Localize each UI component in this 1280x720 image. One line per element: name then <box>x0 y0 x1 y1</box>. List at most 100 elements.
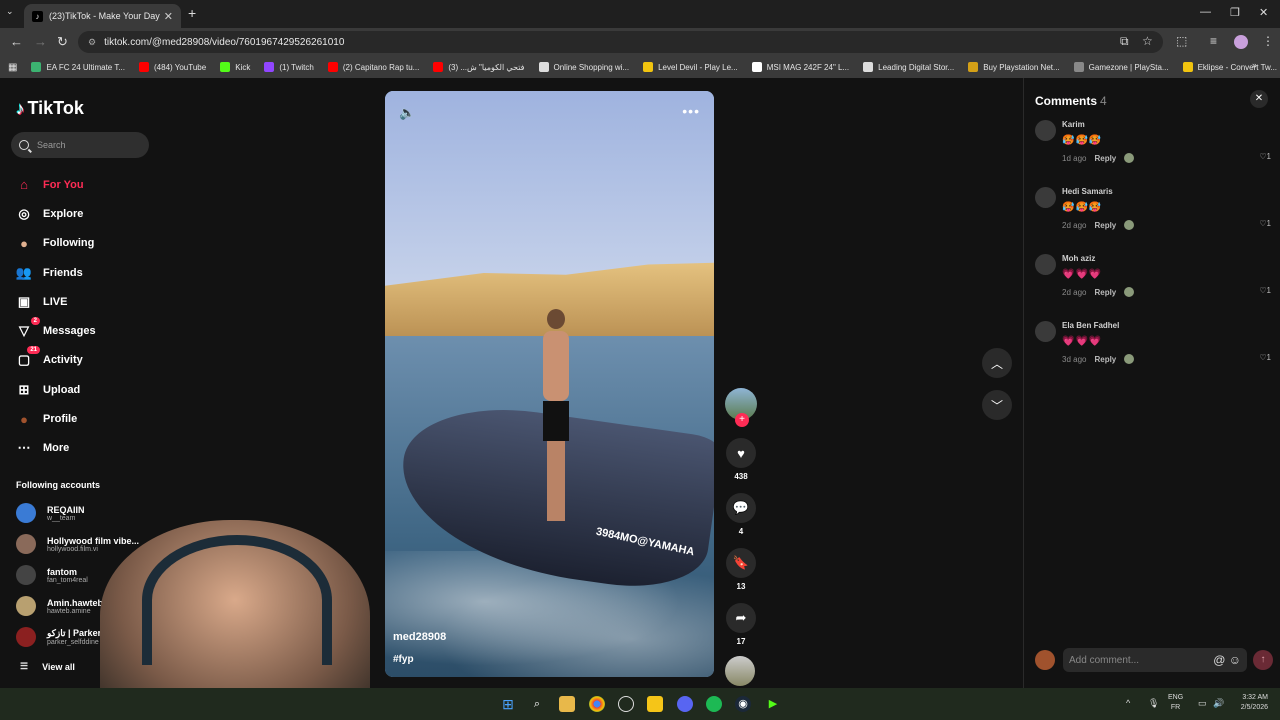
apps-grid-icon[interactable]: ▦ <box>8 62 17 73</box>
comment-icon[interactable]: 💬 <box>726 493 756 523</box>
bookmark-item[interactable]: Gamezone | PlaySta... <box>1073 62 1169 72</box>
app-taskbar-icon[interactable] <box>618 696 634 712</box>
reply-button[interactable]: Reply <box>1094 154 1116 163</box>
clock[interactable]: 3:32 AM 2/5/2026 <box>1230 693 1268 713</box>
following-account[interactable]: تازكو | Parker parker_selfddine <box>16 627 101 647</box>
bookmark-item[interactable]: EA FC 24 Ultimate T... <box>31 62 125 72</box>
video-more-icon[interactable]: ••• <box>682 103 700 119</box>
extensions-icon[interactable]: ⬚ <box>1176 34 1187 48</box>
reload-icon[interactable]: ↻ <box>57 34 68 50</box>
video-player[interactable]: 3984MO@YAMAHA 🔈 ••• med28908 #fyp <box>385 91 714 677</box>
spotify-taskbar-icon[interactable] <box>706 696 722 712</box>
windows-start-icon[interactable]: ⊞ <box>500 696 516 712</box>
sidebar-item-more[interactable]: ⋯ More <box>16 434 96 463</box>
sidebar-item-following[interactable]: ● Following <box>16 229 96 258</box>
following-account[interactable]: REQAIIN w__team <box>16 503 85 523</box>
video-hashtag[interactable]: #fyp <box>393 654 414 665</box>
taskbar-search-icon[interactable]: ⌕ <box>529 696 545 712</box>
emoji-icon[interactable]: ☺ <box>1229 653 1241 667</box>
commenter-avatar[interactable] <box>1035 321 1056 342</box>
comment-action[interactable]: 💬 4 <box>722 493 760 536</box>
bookmark-item[interactable]: Level Devil - Play Le... <box>643 62 738 72</box>
discord-taskbar-icon[interactable] <box>677 696 693 712</box>
sidebar-item-messages[interactable]: ▽ 2 Messages <box>16 316 96 345</box>
view-all-button[interactable]: ☰ View all <box>20 661 75 672</box>
tab-close-icon[interactable]: ✕ <box>164 10 173 23</box>
back-icon[interactable]: ← <box>10 34 23 49</box>
follow-plus-icon[interactable]: + <box>735 413 749 427</box>
tab-search-icon[interactable]: ⌄ <box>6 6 14 17</box>
reply-button[interactable]: Reply <box>1094 221 1116 230</box>
commenter-avatar[interactable] <box>1035 187 1056 208</box>
site-info-icon[interactable]: ⚙ <box>88 37 96 48</box>
reply-button[interactable]: Reply <box>1094 288 1116 297</box>
install-app-icon[interactable]: ⧉ <box>1120 34 1129 49</box>
network-icon[interactable]: ▭ <box>1198 698 1207 708</box>
bookmark-item[interactable]: Eklipse - Convert Tw... <box>1182 62 1277 72</box>
new-tab-icon[interactable]: + <box>188 5 196 21</box>
reply-button[interactable]: Reply <box>1094 355 1116 364</box>
steam-taskbar-icon[interactable]: ◉ <box>735 696 751 712</box>
notes-taskbar-icon[interactable] <box>647 696 663 712</box>
sidebar-item-profile[interactable]: ● Profile <box>16 404 96 433</box>
share-icon[interactable]: ➦ <box>726 603 756 633</box>
save-action[interactable]: 🔖 13 <box>722 548 760 591</box>
address-bar[interactable]: ⚙ tiktok.com/@med28908/video/76019674295… <box>78 31 1163 53</box>
share-action[interactable]: ➦ 17 <box>722 603 760 646</box>
minimize-icon[interactable]: — <box>1200 6 1211 18</box>
commenter-avatar[interactable] <box>1035 120 1056 141</box>
music-disc-icon[interactable] <box>725 656 755 686</box>
chrome-taskbar-icon[interactable] <box>589 696 605 712</box>
sidebar-item-friends[interactable]: 👥 Friends <box>16 258 96 287</box>
sidebar-item-upload[interactable]: ⊞ Upload <box>16 375 96 404</box>
sidebar-item-for-you[interactable]: ⌂ For You <box>16 170 96 199</box>
bookmark-item[interactable]: MSI MAG 242F 24" L... <box>751 62 849 72</box>
bookmark-item[interactable]: (484) YouTube <box>139 62 206 72</box>
following-account[interactable]: Hollywood film vibe... hollywood.film.vi <box>16 534 139 554</box>
browser-tab-active[interactable]: ♪ (23)TikTok - Make Your Day ✕ <box>24 4 181 28</box>
chrome-menu-icon[interactable]: ⋮ <box>1262 34 1274 48</box>
video-author[interactable]: med28908 <box>393 631 446 643</box>
bookmark-item[interactable]: Online Shopping wi... <box>538 62 629 72</box>
search-input[interactable]: Search <box>11 132 149 158</box>
bookmark-item[interactable]: (2) Capitano Rap tu... <box>327 62 419 72</box>
window-close-icon[interactable]: ✕ <box>1259 6 1268 19</box>
forward-icon[interactable]: → <box>34 34 47 49</box>
close-comments-icon[interactable]: ✕ <box>1250 90 1268 108</box>
bookmark-item[interactable]: فتحي الكوميا" ش... (3) <box>433 62 525 72</box>
language-indicator[interactable]: ENG FR <box>1168 693 1183 713</box>
bookmark-item[interactable]: (1) Twitch <box>264 62 314 72</box>
heart-icon[interactable]: ♥ <box>726 438 756 468</box>
send-comment-button[interactable]: ↑ <box>1253 650 1273 670</box>
chrome-profile-avatar[interactable] <box>1234 35 1248 49</box>
bookmark-icon[interactable]: 🔖 <box>726 548 756 578</box>
media-taskbar-icon[interactable]: ▶ <box>765 696 781 712</box>
following-account[interactable]: Amin.hawtebᵀᴺ hawteb.amine <box>16 596 111 616</box>
restore-icon[interactable]: ❐ <box>1230 6 1240 19</box>
bookmark-item[interactable]: Kick <box>220 62 250 72</box>
bookmark-star-icon[interactable]: ☆ <box>1142 34 1153 48</box>
next-video-button[interactable]: ﹀ <box>982 390 1012 420</box>
comment-like[interactable]: ♡1 <box>1259 152 1271 161</box>
mention-icon[interactable]: @ <box>1213 653 1225 667</box>
like-action[interactable]: ♥ 438 <box>722 438 760 481</box>
commenter-name[interactable]: Ela Ben Fadhel <box>1062 321 1119 330</box>
commenter-name[interactable]: Moh aziz <box>1062 254 1095 263</box>
tiktok-logo[interactable]: ♪ TikTok <box>16 98 84 119</box>
volume-icon[interactable]: 🔈 <box>399 105 415 121</box>
sidebar-item-explore[interactable]: ◎ Explore <box>16 199 96 228</box>
previous-video-button[interactable]: ︿ <box>982 348 1012 378</box>
file-explorer-icon[interactable] <box>559 696 575 712</box>
comment-like[interactable]: ♡1 <box>1259 219 1271 228</box>
commenter-avatar[interactable] <box>1035 254 1056 275</box>
commenter-name[interactable]: Hedi Samaris <box>1062 187 1113 196</box>
comment-like[interactable]: ♡1 <box>1259 286 1271 295</box>
microphone-icon[interactable]: 🎙 <box>1148 698 1159 708</box>
creator-avatar[interactable]: + <box>725 388 757 427</box>
volume-tray-icon[interactable]: 🔊 <box>1213 698 1224 708</box>
bookmark-item[interactable]: Buy Playstation Net... <box>968 62 1060 72</box>
sidebar-item-activity[interactable]: ▢ 21 Activity <box>16 346 96 375</box>
bookmark-item[interactable]: Leading Digital Stor... <box>863 62 954 72</box>
following-account[interactable]: fantom fan_tom4real <box>16 565 88 585</box>
reading-list-icon[interactable]: ≡ <box>1210 34 1217 48</box>
